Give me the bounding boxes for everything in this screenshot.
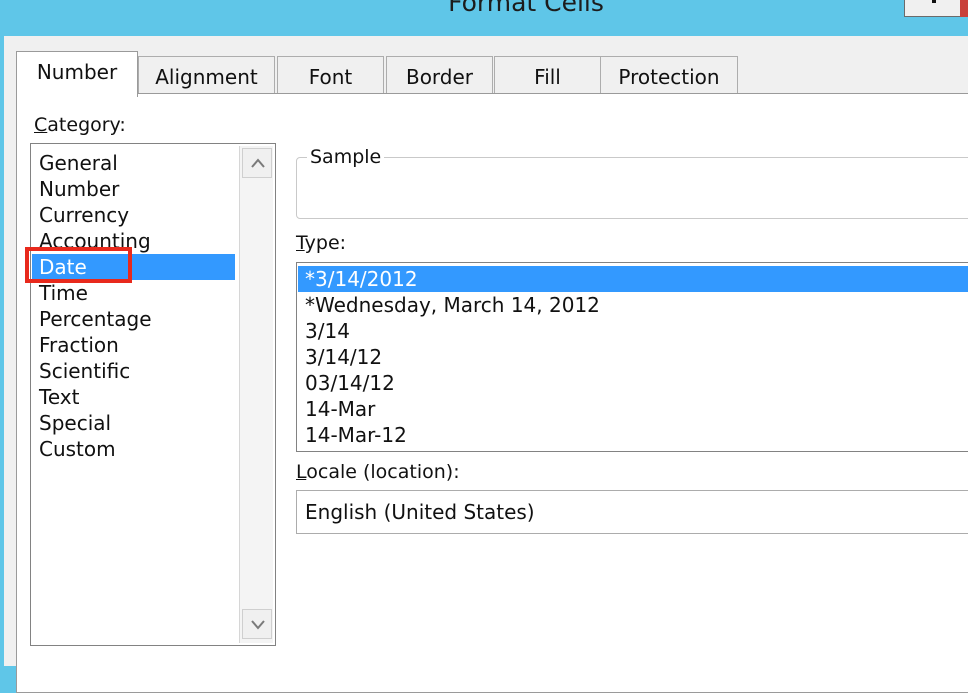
title-bar: Format Cells — [0, 0, 968, 36]
category-scrollbar[interactable] — [239, 146, 273, 643]
help-button[interactable] — [904, 0, 962, 17]
type-item[interactable]: 3/14/12 — [298, 344, 968, 370]
category-item-time[interactable]: Time — [32, 280, 235, 306]
tab-protection[interactable]: Protection — [600, 56, 738, 97]
close-button[interactable] — [960, 0, 968, 17]
chevron-up-icon — [251, 158, 265, 168]
category-item-scientific[interactable]: Scientific — [32, 358, 235, 384]
category-item-custom[interactable]: Custom — [32, 436, 235, 462]
type-item[interactable]: 14-Mar — [298, 396, 968, 422]
category-item-number[interactable]: Number — [32, 176, 235, 202]
chevron-down-icon — [251, 620, 265, 630]
category-item-fraction[interactable]: Fraction — [32, 332, 235, 358]
category-item-percentage[interactable]: Percentage — [32, 306, 235, 332]
type-item[interactable]: 03/14/12 — [298, 370, 968, 396]
category-list[interactable]: General Number Currency Accounting Date … — [30, 143, 276, 646]
type-item[interactable]: *3/14/2012 — [298, 266, 968, 292]
category-label: Category: — [34, 114, 126, 136]
scroll-down-button[interactable] — [242, 609, 272, 639]
tab-border[interactable]: Border — [386, 56, 493, 97]
sample-label: Sample — [307, 146, 385, 168]
locale-label: Locale (location): — [296, 461, 460, 483]
category-item-text[interactable]: Text — [32, 384, 235, 410]
type-label: Type: — [296, 232, 347, 254]
tab-fill[interactable]: Fill — [494, 56, 601, 97]
category-item-special[interactable]: Special — [32, 410, 235, 436]
tab-font[interactable]: Font — [277, 56, 384, 97]
type-list[interactable]: *3/14/2012 *Wednesday, March 14, 2012 3/… — [296, 262, 968, 452]
type-item[interactable]: *Wednesday, March 14, 2012 — [298, 292, 968, 318]
tab-alignment[interactable]: Alignment — [138, 56, 275, 97]
highlight-annotation — [25, 247, 132, 283]
category-item-currency[interactable]: Currency — [32, 202, 235, 228]
help-icon — [932, 0, 936, 3]
type-item[interactable]: 14-Mar-12 — [298, 422, 968, 448]
scroll-up-button[interactable] — [242, 148, 272, 178]
type-item[interactable]: 3/14 — [298, 318, 968, 344]
tab-number[interactable]: Number — [16, 51, 138, 97]
category-item-general[interactable]: General — [32, 150, 235, 176]
locale-value: English (United States) — [305, 500, 535, 524]
window-title: Format Cells — [448, 0, 604, 17]
sample-group: Sample — [296, 146, 968, 219]
locale-dropdown[interactable]: English (United States) — [296, 490, 968, 534]
